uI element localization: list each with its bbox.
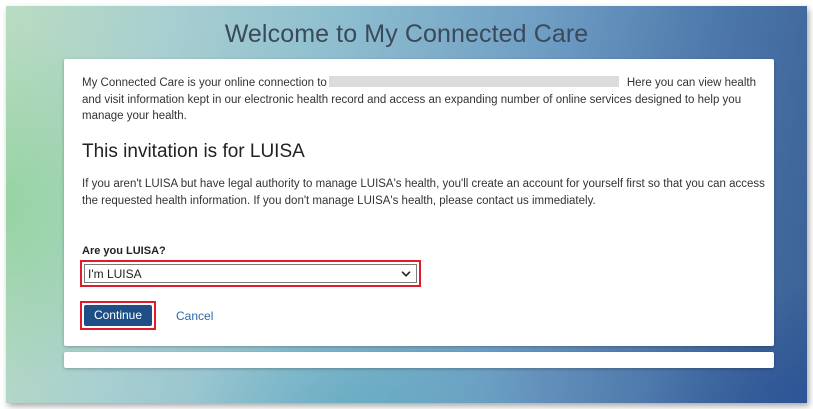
identity-select-value: I'm LUISA <box>88 267 142 281</box>
invitation-card: My Connected Care is your online connect… <box>64 59 774 346</box>
chevron-down-icon <box>401 271 411 277</box>
continue-button[interactable]: Continue <box>84 305 152 326</box>
select-highlight-box: I'm LUISA <box>80 260 421 287</box>
intro-text-start: My Connected Care is your online connect… <box>82 77 327 89</box>
page-title: Welcome to My Connected Care <box>224 20 589 48</box>
redacted-organization <box>328 76 619 87</box>
intro-paragraph: My Connected Care is your online connect… <box>82 75 762 125</box>
identity-question-label: Are you LUISA? <box>82 245 166 257</box>
invitation-heading: This invitation is for LUISA <box>82 141 305 162</box>
cancel-link[interactable]: Cancel <box>176 309 213 323</box>
identity-select[interactable]: I'm LUISA <box>84 264 417 283</box>
continue-highlight-box: Continue <box>80 301 156 330</box>
invitation-explanation: If you aren't LUISA but have legal autho… <box>82 178 765 207</box>
screenshot-frame: Welcome to My Connected Care My Connecte… <box>6 6 807 403</box>
secondary-card <box>64 352 774 368</box>
